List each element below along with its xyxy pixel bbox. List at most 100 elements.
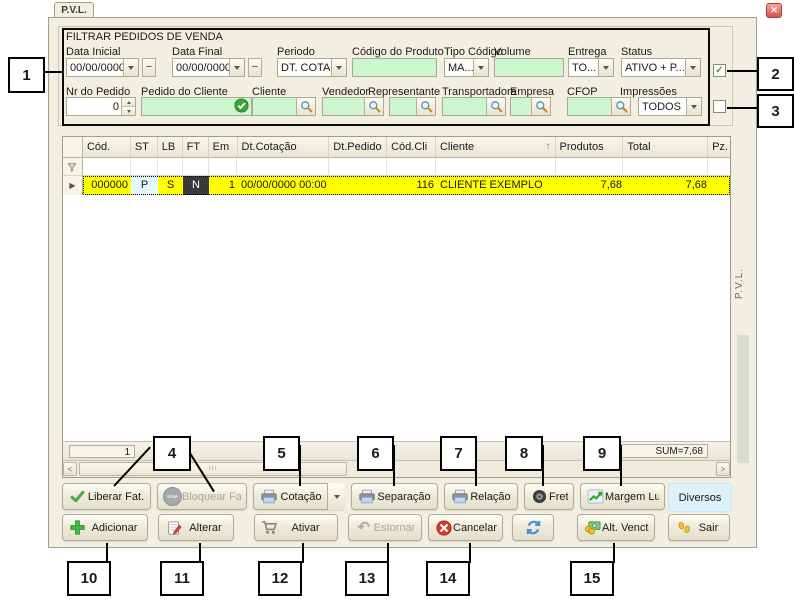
record-count: 1 xyxy=(69,445,135,458)
callout-10-line xyxy=(106,543,108,563)
callout-13: 13 xyxy=(345,561,389,596)
spin-up-icon[interactable] xyxy=(122,98,135,107)
vertical-scrollbar[interactable] xyxy=(737,335,749,463)
data-inicial-label: Data Inicial xyxy=(66,46,120,58)
tipo-codigo-combo[interactable]: MA... xyxy=(444,58,489,77)
periodo-combo[interactable]: DT. COTAÇ... xyxy=(277,58,347,77)
callout-14: 14 xyxy=(426,561,470,596)
adicionar-button[interactable]: Adicionar xyxy=(62,514,148,541)
data-final-combo[interactable]: 00/00/0000 xyxy=(172,58,245,77)
ativar-button[interactable]: Ativar xyxy=(254,514,338,541)
liberar-fat-button[interactable]: Liberar Fat. xyxy=(62,483,151,510)
relacao-button[interactable]: Relação xyxy=(444,483,518,510)
spin-down-icon[interactable] xyxy=(122,107,135,115)
grid-filter-row[interactable] xyxy=(63,158,730,176)
cart-icon xyxy=(260,519,279,537)
alt-venctos-button[interactable]: Alt. Venctos xyxy=(577,514,655,541)
empresa-lookup[interactable] xyxy=(510,97,551,116)
impressoes-combo[interactable]: TODOS xyxy=(638,97,702,116)
chevron-down-icon[interactable] xyxy=(686,98,701,115)
callout-7: 7 xyxy=(440,436,477,471)
transportadora-lookup[interactable] xyxy=(442,97,506,116)
plus-icon xyxy=(68,519,87,537)
cotacao-button[interactable]: Cotação xyxy=(253,483,345,510)
volume-label: Volume xyxy=(494,46,531,58)
cliente-lookup[interactable] xyxy=(252,97,316,116)
chevron-down-icon[interactable] xyxy=(685,59,700,76)
col-cod[interactable]: Cód. xyxy=(83,137,131,158)
col-total[interactable]: Total xyxy=(623,137,708,158)
search-icon[interactable] xyxy=(364,98,383,115)
orders-grid[interactable]: Cód. ST LB FT Em Dt.Cotação Dt.Pedido Có… xyxy=(62,136,731,478)
col-selector xyxy=(63,137,83,158)
col-produtos[interactable]: Produtos xyxy=(556,137,624,158)
table-row[interactable]: ▶ 000000 P S N 1 00/00/0000 00:00 116 CL… xyxy=(63,176,730,195)
col-cod-cli[interactable]: Cód.Cli xyxy=(387,137,436,158)
frete-button[interactable]: Frete xyxy=(524,483,574,510)
col-ft[interactable]: FT xyxy=(183,137,209,158)
margem-lucro-button[interactable]: Margem Lucro xyxy=(580,483,665,510)
search-icon[interactable] xyxy=(296,98,315,115)
refresh-button[interactable] xyxy=(512,514,554,541)
close-icon[interactable]: ✕ xyxy=(766,3,782,18)
search-icon[interactable] xyxy=(416,98,435,115)
cell-produtos: 7,68 xyxy=(557,176,625,195)
col-st[interactable]: ST xyxy=(131,137,158,158)
data-final-label: Data Final xyxy=(172,46,222,58)
col-dt-cotacao[interactable]: Dt.Cotação xyxy=(238,137,330,158)
col-em[interactable]: Em xyxy=(209,137,238,158)
cfop-lookup[interactable] xyxy=(567,97,631,116)
data-final-clear-button[interactable]: − xyxy=(248,58,262,77)
search-icon[interactable] xyxy=(611,98,630,115)
chevron-down-icon[interactable] xyxy=(473,59,488,76)
search-icon[interactable] xyxy=(531,98,550,115)
col-cliente[interactable]: Cliente↑ xyxy=(436,137,556,158)
separacao-button[interactable]: Separação xyxy=(351,483,438,510)
codigo-produto-label: Código do Produto xyxy=(352,46,444,58)
nr-pedido-stepper[interactable]: 0 xyxy=(66,97,136,116)
cell-st: P xyxy=(131,176,158,195)
col-dt-pedido[interactable]: Dt.Pedido xyxy=(329,137,387,158)
bloquear-fat-button[interactable]: STOP Bloquear Fat. xyxy=(157,483,247,510)
side-tab-pvl[interactable]: P.V.L. xyxy=(734,260,750,306)
scroll-left-icon[interactable]: < xyxy=(63,462,77,476)
status-label: Status xyxy=(621,46,652,58)
money-coins-icon xyxy=(583,519,602,537)
volume-input[interactable] xyxy=(494,58,564,77)
vendedor-lookup[interactable] xyxy=(322,97,384,116)
pedido-cliente-input[interactable] xyxy=(141,97,252,116)
tab-pvl[interactable]: P.V.L. xyxy=(54,2,94,18)
scroll-right-icon[interactable]: > xyxy=(716,462,730,476)
search-icon[interactable] xyxy=(486,98,505,115)
printer-icon xyxy=(357,488,376,506)
data-inicial-clear-button[interactable]: − xyxy=(142,58,156,77)
status-checkbox[interactable]: ✓ xyxy=(713,64,726,77)
filter-funnel-icon[interactable] xyxy=(63,158,83,176)
cell-cod: 000000 xyxy=(83,176,131,195)
col-pz-medio[interactable]: Pz. M xyxy=(708,137,730,158)
row-pointer-icon: ▶ xyxy=(63,176,83,195)
status-combo[interactable]: ATIVO + P... xyxy=(621,58,701,77)
sair-button[interactable]: Sair xyxy=(668,514,730,541)
callout-12-line xyxy=(302,543,304,563)
chevron-down-icon[interactable] xyxy=(123,59,138,76)
chevron-down-icon[interactable] xyxy=(229,59,244,76)
representante-lookup[interactable] xyxy=(389,97,436,116)
data-inicial-combo[interactable]: 00/00/0000 xyxy=(66,58,139,77)
diversos-button[interactable]: Diversos xyxy=(668,483,732,512)
entrega-combo[interactable]: TO... xyxy=(568,58,614,77)
chevron-down-icon[interactable] xyxy=(327,483,345,510)
cancelar-button[interactable]: Cancelar xyxy=(428,514,503,541)
wheel-icon xyxy=(530,488,549,506)
chevron-down-icon[interactable] xyxy=(598,59,613,76)
profit-chart-icon xyxy=(586,488,605,506)
estornar-button[interactable]: ↶ Estornar xyxy=(348,514,422,541)
cell-em: 1 xyxy=(209,176,238,195)
impressoes-checkbox[interactable] xyxy=(713,100,726,113)
scrollbar-thumb[interactable]: III xyxy=(79,462,347,476)
callout-8: 8 xyxy=(505,436,543,471)
codigo-produto-input[interactable] xyxy=(352,58,437,77)
alterar-button[interactable]: Alterar xyxy=(158,514,234,541)
chevron-down-icon[interactable] xyxy=(331,59,346,76)
col-lb[interactable]: LB xyxy=(158,137,183,158)
